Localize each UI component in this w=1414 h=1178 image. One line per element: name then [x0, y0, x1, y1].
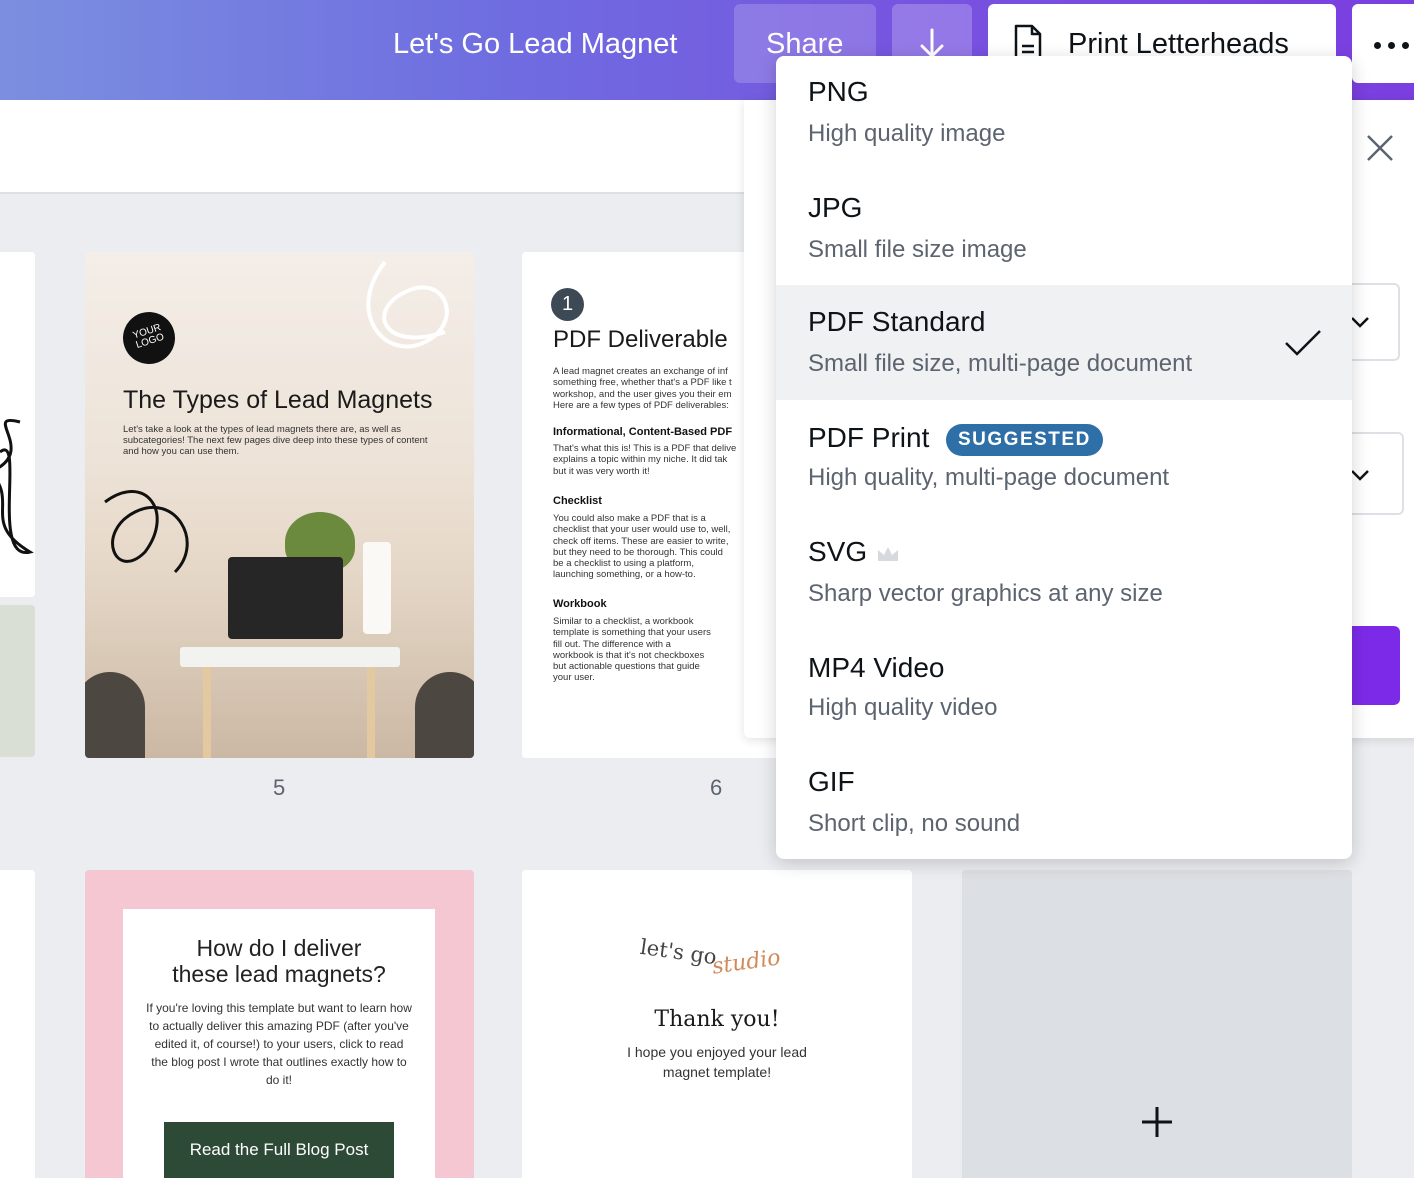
- page-number: 5: [273, 775, 286, 800]
- option-gif[interactable]: GIF Short clip, no sound: [776, 745, 1352, 860]
- number-badge: 1: [551, 288, 584, 321]
- scribble-graphic: [0, 419, 34, 554]
- crown-icon: [878, 547, 898, 561]
- read-blog-post-button: Read the Full Blog Post: [164, 1122, 394, 1178]
- page-body-text: If you're loving this template but want …: [146, 1001, 412, 1087]
- option-pdf-standard[interactable]: PDF Standard Small file size, multi-page…: [776, 285, 1352, 400]
- section-heading: Checklist: [553, 495, 602, 507]
- file-type-dropdown: PNG High quality image JPG Small file si…: [776, 56, 1352, 859]
- option-name: GIF: [808, 766, 855, 797]
- page-thumbnail[interactable]: [0, 605, 35, 757]
- page-title: PDF Deliverable: [553, 326, 728, 353]
- option-svg[interactable]: SVG Sharp vector graphics at any size: [776, 515, 1352, 630]
- option-name: PDF Print: [808, 422, 930, 453]
- page-thumbnail-5[interactable]: YOUR LOGO The Types of Lead Magnets Let'…: [85, 252, 474, 758]
- option-name: SVG: [808, 536, 868, 567]
- studio-logo: let's go: [638, 934, 719, 970]
- page-title: Thank you!: [654, 1007, 780, 1032]
- option-description: Short clip, no sound: [808, 810, 1021, 837]
- page-body-text: Let's take a look at the types of lead m…: [123, 424, 428, 457]
- option-description: Small file size, multi-page document: [808, 350, 1193, 377]
- option-jpg[interactable]: JPG Small file size image: [776, 171, 1352, 286]
- option-mp4-video[interactable]: MP4 Video High quality video: [776, 630, 1352, 745]
- chair-graphic: [85, 672, 145, 758]
- page-thumbnail[interactable]: [0, 870, 35, 1178]
- option-description: Small file size image: [808, 236, 1027, 263]
- page-thumbnail-6[interactable]: 1 PDF Deliverable A lead magnet creates …: [522, 252, 782, 758]
- section-heading: Workbook: [553, 598, 607, 610]
- desk-graphic: [180, 647, 400, 667]
- page-title: The Types of Lead Magnets: [123, 386, 433, 414]
- option-pdf-print[interactable]: PDF Print SUGGESTED High quality, multi-…: [776, 400, 1352, 515]
- check-icon: [1285, 330, 1321, 356]
- option-description: Sharp vector graphics at any size: [808, 580, 1163, 607]
- document-title[interactable]: Let's Go Lead Magnet: [393, 28, 677, 61]
- chair-graphic: [415, 672, 474, 758]
- option-name: PDF Standard: [808, 306, 986, 337]
- laptop-graphic: [228, 557, 343, 639]
- page-title: How do I deliver these lead magnets?: [172, 935, 386, 987]
- page-body-text: I hope you enjoyed your lead magnet temp…: [627, 1044, 807, 1080]
- option-name: MP4 Video: [808, 652, 945, 683]
- vase-graphic: [363, 542, 391, 634]
- option-description: High quality image: [808, 120, 1006, 147]
- option-description: High quality, multi-page document: [808, 464, 1170, 491]
- chevron-down-icon: [1351, 470, 1369, 481]
- option-name: PNG: [808, 76, 869, 107]
- suggested-badge: SUGGESTED: [946, 424, 1103, 456]
- section-heading: Informational, Content-Based PDF: [553, 426, 733, 438]
- page-number: 6: [710, 775, 723, 800]
- option-description: High quality video: [808, 694, 998, 721]
- close-icon[interactable]: [1365, 133, 1395, 163]
- plus-icon: [1142, 1107, 1172, 1137]
- studio-logo-accent: studio: [710, 945, 783, 980]
- option-name: JPG: [808, 192, 863, 223]
- add-page-button[interactable]: [962, 870, 1352, 1178]
- more-options-button[interactable]: [1352, 4, 1414, 83]
- chevron-down-icon: [1351, 317, 1369, 328]
- page-thumbnail[interactable]: [0, 252, 35, 597]
- option-png[interactable]: PNG High quality image: [776, 56, 1352, 171]
- page-thumbnail[interactable]: let's go studio Thank you! I hope you en…: [522, 870, 912, 1178]
- more-icon: [1374, 42, 1381, 49]
- page-thumbnail[interactable]: How do I deliver these lead magnets? If …: [85, 870, 474, 1178]
